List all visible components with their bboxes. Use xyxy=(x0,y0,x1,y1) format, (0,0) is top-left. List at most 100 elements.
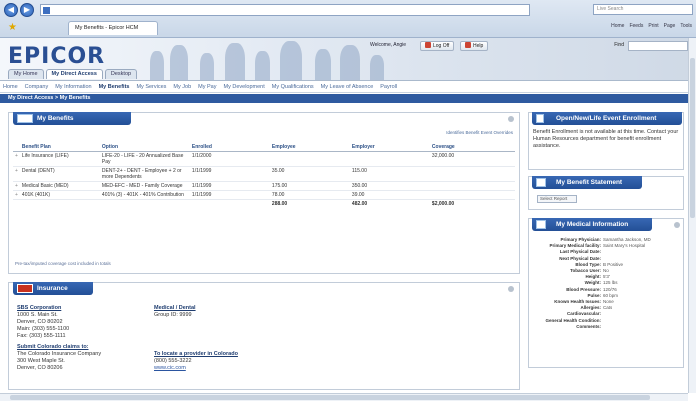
claims-heading: Submit Colorado claims to: xyxy=(17,344,89,350)
column-header: Benefit Plan xyxy=(19,143,100,152)
medical-row: Comments: xyxy=(576,323,601,329)
cmd-home[interactable]: Home xyxy=(611,23,624,29)
enrollment-panel: Open/New/Life Event Enrollment Benefit E… xyxy=(528,112,684,170)
company-line: Fax: (303) 555-1111 xyxy=(17,333,66,339)
column-header: Employee xyxy=(269,143,350,152)
employer-cell xyxy=(349,151,430,167)
portal-header: EPICOR Welcome, Angie Log Off Help Find … xyxy=(0,38,696,81)
table-row[interactable]: + Dental (DENT) DENT-2+ - DENT - Employe… xyxy=(13,166,515,182)
insurance-title: Insurance xyxy=(37,285,68,292)
provider-link[interactable]: www.cic.com xyxy=(154,365,186,371)
claims-line: Denver, CO 80206 xyxy=(17,365,63,371)
scroll-thumb[interactable] xyxy=(10,395,650,400)
browser-chrome: ◀ ▶ ↻ ✕ Live Search ★ My Benefits - Epic… xyxy=(0,0,696,38)
cmd-page[interactable]: Page xyxy=(664,23,676,29)
totals-footnote: Pre-tax/imputed coverage cost included i… xyxy=(15,261,111,266)
logout-icon xyxy=(425,42,431,48)
insurance-icon xyxy=(17,284,33,293)
expand-icon[interactable]: + xyxy=(13,181,20,191)
claims-line: The Colorado Insurance Company xyxy=(17,351,102,357)
portal-search-input[interactable] xyxy=(628,41,688,51)
medical-panel: My Medical Information Primary Physician… xyxy=(528,218,684,368)
favorites-star-icon[interactable]: ★ xyxy=(8,23,18,33)
nav-my-benefits[interactable]: My Benefits xyxy=(99,82,130,92)
table-row[interactable]: + Life Insurance (LIFE) LIFE-20 - LIFE -… xyxy=(13,151,515,167)
report-select[interactable]: Select Report xyxy=(537,195,577,203)
nav-my-services[interactable]: My Services xyxy=(136,82,166,92)
group-name: Medical / Dental xyxy=(154,305,196,311)
coverage-cell xyxy=(429,166,515,182)
help-icon xyxy=(465,42,471,48)
cmd-tools[interactable]: Tools xyxy=(680,23,692,29)
browser-tab[interactable]: My Benefits - Epicor HCM xyxy=(68,21,158,35)
provider-line: (800) 555-3222 xyxy=(154,358,192,364)
forward-arrow-icon[interactable]: ▶ xyxy=(20,3,34,17)
statement-icon xyxy=(536,178,546,187)
collapse-icon[interactable] xyxy=(508,286,514,292)
tab-my-home[interactable]: My Home xyxy=(8,69,44,79)
enrollment-title: Open/New/Life Event Enrollment xyxy=(556,115,657,122)
company-line: 1000 S. Main St. xyxy=(17,312,58,318)
employee-cell xyxy=(269,151,350,167)
vertical-scrollbar[interactable] xyxy=(688,38,696,393)
tab-my-direct-access[interactable]: My Direct Access xyxy=(45,69,103,79)
cmd-feeds[interactable]: Feeds xyxy=(629,23,643,29)
nav-my-pay[interactable]: My Pay xyxy=(198,82,216,92)
medical-fields: Primary Physician: Samantha Jackson, MD P… xyxy=(533,237,683,330)
option-cell: 401% (3) - 401K - 401% Contribution xyxy=(99,190,190,200)
address-bar[interactable] xyxy=(40,4,530,16)
scroll-thumb[interactable] xyxy=(690,58,695,218)
enrollment-icon xyxy=(536,114,544,123)
benefit-override-legend: Identifies Benefit Event Overrides xyxy=(446,130,513,135)
enrolled-cell: 1/1/1999 xyxy=(189,190,270,200)
group-line: Group ID: 9999 xyxy=(154,312,192,318)
table-row[interactable]: + 401K (401K) 401% (3) - 401K - 401% Con… xyxy=(13,190,515,200)
portal-tabs: My Home My Direct Access Desktop xyxy=(8,69,138,79)
column-header: Enrolled xyxy=(189,143,270,152)
nav-my-information[interactable]: My Information xyxy=(55,82,91,92)
medical-icon xyxy=(536,220,546,229)
plan-cell: Life Insurance (LIFE) xyxy=(19,151,100,167)
plan-cell: 401K (401K) xyxy=(19,190,100,200)
browser-search-input[interactable]: Live Search xyxy=(593,4,693,15)
enrolled-cell: 1/1/2000 xyxy=(189,151,270,167)
table-row[interactable]: + Medical Basic (MED) MED-EFC - MED - Fa… xyxy=(13,181,515,191)
favicon-icon xyxy=(43,7,50,14)
enrollment-panel-title: Open/New/Life Event Enrollment xyxy=(532,112,682,125)
nav-my-development[interactable]: My Development xyxy=(224,82,265,92)
edit-icon[interactable] xyxy=(674,222,680,228)
company-line: Denver, CO 80202 xyxy=(17,319,63,325)
expand-icon[interactable]: + xyxy=(13,190,20,200)
column-header-spacer xyxy=(13,143,20,152)
nav-company[interactable]: Company xyxy=(25,82,49,92)
coverage-cell xyxy=(429,181,515,191)
enrolled-cell: 1/1/1999 xyxy=(189,166,270,182)
nav-my-leave[interactable]: My Leave of Absence xyxy=(321,82,374,92)
nav-payroll[interactable]: Payroll xyxy=(380,82,397,92)
horizontal-scrollbar[interactable] xyxy=(0,393,688,401)
collapse-icon[interactable] xyxy=(508,116,514,122)
employee-cell: 35.00 xyxy=(269,166,350,182)
table-header-row: Benefit Plan Option Enrolled Employee Em… xyxy=(13,143,515,152)
expand-icon[interactable]: + xyxy=(13,151,20,167)
nav-my-job[interactable]: My Job xyxy=(173,82,191,92)
enrolled-cell: 1/1/1999 xyxy=(189,181,270,191)
insurance-panel-title: Insurance xyxy=(13,282,93,295)
coverage-cell xyxy=(429,190,515,200)
logout-button[interactable]: Log Off xyxy=(420,41,455,51)
nav-home[interactable]: Home xyxy=(3,82,18,92)
coverage-cell: 32,000.00 xyxy=(429,151,515,167)
expand-icon[interactable]: + xyxy=(13,166,20,182)
logout-label: Log Off xyxy=(433,43,450,49)
help-button[interactable]: Help xyxy=(460,41,489,51)
nav-my-qualifications[interactable]: My Qualifications xyxy=(272,82,314,92)
statement-title: My Benefit Statement xyxy=(556,179,623,186)
back-arrow-icon[interactable]: ◀ xyxy=(4,3,18,17)
cmd-print[interactable]: Print xyxy=(648,23,658,29)
help-label: Help xyxy=(473,43,484,49)
insurance-panel: Insurance SBS Corporation 1000 S. Main S… xyxy=(8,282,520,390)
medical-panel-title: My Medical Information xyxy=(532,218,652,231)
enrollment-text: Benefit Enrollment is not available at t… xyxy=(533,129,679,149)
option-cell: DENT-2+ - DENT - Employee + 2 or more De… xyxy=(99,166,190,182)
tab-desktop[interactable]: Desktop xyxy=(104,69,138,79)
